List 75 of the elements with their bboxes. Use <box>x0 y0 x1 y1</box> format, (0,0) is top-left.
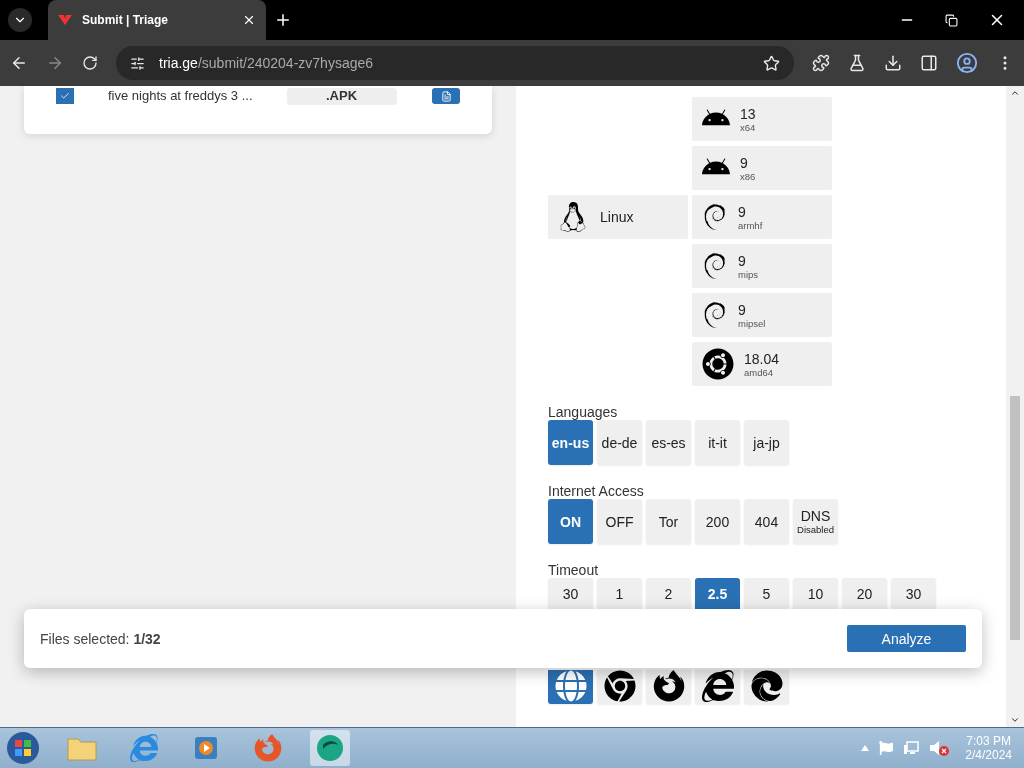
document-icon <box>440 90 452 102</box>
option-button[interactable]: it-it <box>695 420 740 465</box>
start-button[interactable] <box>6 731 40 765</box>
os-version-option[interactable]: 18.04 amd64 <box>692 342 832 386</box>
option-button[interactable]: 200 <box>695 499 740 544</box>
triage-logo-icon <box>58 15 72 25</box>
analyze-button[interactable]: Analyze <box>847 625 966 652</box>
option-button[interactable]: 20 <box>842 578 887 610</box>
swirl-icon <box>702 204 728 230</box>
bookmark-star-icon[interactable] <box>763 54 780 72</box>
checkbox[interactable] <box>56 88 74 104</box>
muted-speaker-icon[interactable] <box>929 740 950 756</box>
browser-option[interactable] <box>597 670 642 704</box>
option-button[interactable]: DNS Disabled <box>793 499 838 544</box>
browser-option[interactable] <box>646 670 691 704</box>
edge-icon <box>750 670 783 702</box>
files-selected-text: Files selected: 1/32 <box>40 630 161 647</box>
section-title: Internet Access <box>548 483 645 499</box>
reload-icon[interactable] <box>82 55 98 71</box>
os-version-option[interactable]: 9 mips <box>692 244 832 288</box>
internet-explorer-icon <box>701 670 734 702</box>
os-version-option[interactable]: 9 x86 <box>692 146 832 190</box>
os-version-option[interactable]: 9 armhf <box>692 195 832 239</box>
address-bar[interactable]: tria.ge/submit/240204-zv7hysage6 <box>116 46 794 80</box>
side-panel-icon[interactable] <box>920 54 938 72</box>
browser-option[interactable] <box>744 670 789 704</box>
penguin-icon <box>558 202 588 232</box>
option-button[interactable]: 1 <box>597 578 642 610</box>
new-tab-icon[interactable] <box>274 11 292 29</box>
option-button[interactable]: OFF <box>597 499 642 544</box>
browser-option[interactable] <box>548 670 593 704</box>
app-icon[interactable] <box>310 730 350 766</box>
browser-tab[interactable]: Submit | Triage <box>48 0 266 40</box>
section-title: Languages <box>548 404 619 420</box>
option-button[interactable]: ON <box>548 499 593 544</box>
forward-icon[interactable] <box>46 54 64 72</box>
option-button[interactable]: 2 <box>646 578 691 610</box>
option-button[interactable]: 5 <box>744 578 789 610</box>
option-button[interactable]: Tor <box>646 499 691 544</box>
option-button[interactable]: 404 <box>744 499 789 544</box>
option-button[interactable]: 10 <box>793 578 838 610</box>
chrome-icon <box>603 670 636 702</box>
file-button[interactable] <box>432 88 460 104</box>
browser-option[interactable] <box>695 670 740 704</box>
os-version-option[interactable]: 9 mipsel <box>692 293 832 337</box>
profile-icon[interactable] <box>956 52 978 74</box>
option-button[interactable]: ja-jp <box>744 420 789 465</box>
option-button[interactable]: 30 <box>891 578 936 610</box>
option-button[interactable]: 2.5 <box>695 578 740 610</box>
close-icon[interactable] <box>242 13 256 27</box>
back-icon[interactable] <box>10 54 28 72</box>
file-name: five nights at freddys 3 ... <box>108 88 253 103</box>
swirl-icon <box>702 253 728 279</box>
scroll-up-icon[interactable] <box>1010 88 1020 98</box>
firefox-icon <box>652 670 685 702</box>
os-option[interactable]: Linux <box>548 195 688 239</box>
option-button[interactable]: 30 <box>548 578 593 610</box>
scrollbar-thumb[interactable] <box>1010 396 1020 640</box>
option-button[interactable]: de-de <box>597 420 642 465</box>
puzzle-icon[interactable] <box>812 54 830 72</box>
download-icon[interactable] <box>884 54 902 72</box>
check-icon <box>60 91 70 101</box>
option-button[interactable]: en-us <box>548 420 593 465</box>
restore-icon[interactable] <box>945 13 958 27</box>
ubuntu-icon <box>702 348 734 380</box>
scroll-down-icon[interactable] <box>1010 715 1020 725</box>
swirl-icon <box>702 302 728 328</box>
globe-icon <box>554 670 587 702</box>
option-button[interactable]: es-es <box>646 420 691 465</box>
file-extension: .APK <box>286 88 397 105</box>
site-info-icon[interactable] <box>130 55 145 71</box>
section-title: Timeout <box>548 562 600 578</box>
flask-icon[interactable] <box>848 54 866 72</box>
os-version-option[interactable]: 13 x64 <box>692 97 832 141</box>
tab-list-button[interactable] <box>8 8 32 32</box>
